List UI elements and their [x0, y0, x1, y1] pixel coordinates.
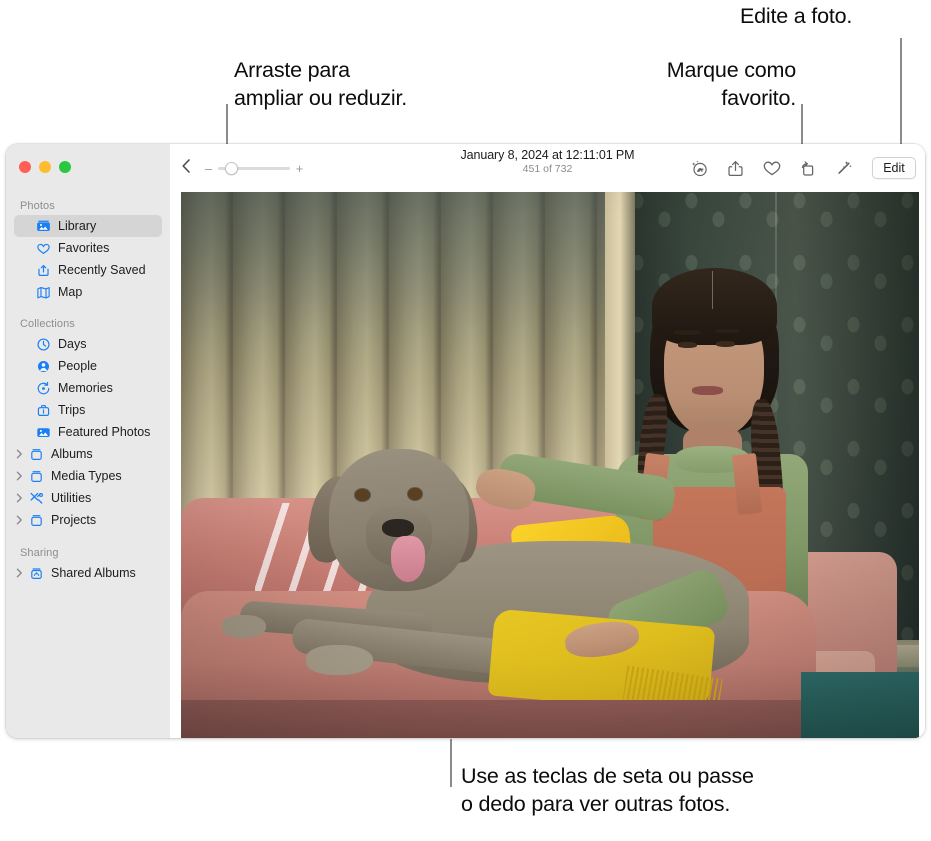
photo-image[interactable]: [181, 192, 919, 738]
sidebar-item-label: Library: [58, 219, 97, 233]
sidebar-item-label: Favorites: [58, 241, 110, 255]
clock-icon: [36, 337, 51, 352]
library-icon: [36, 219, 51, 234]
callout-arrow-keys: Use as teclas de seta ou passe o dedo pa…: [461, 764, 754, 816]
shared-album-icon: [29, 566, 44, 581]
sidebar-item-label: Recently Saved: [58, 263, 146, 277]
suitcase-icon: [36, 403, 51, 418]
album-icon: [29, 469, 44, 484]
featured-photos-icon: [36, 425, 51, 440]
utilities-icon: [29, 491, 44, 506]
sidebar-item-label: Media Types: [51, 469, 122, 483]
zoom-slider-thumb[interactable]: [225, 161, 238, 175]
sidebar-item-days[interactable]: Days: [14, 333, 162, 355]
rotate-icon[interactable]: [797, 158, 818, 179]
chevron-right-icon[interactable]: [15, 493, 24, 503]
share-icon[interactable]: [725, 158, 746, 179]
sidebar-item-recently-saved[interactable]: Recently Saved: [14, 259, 162, 281]
toolbar: – + January 8, 2024 at 12:11:01 PM 451 o…: [170, 144, 925, 192]
sidebar-item-utilities[interactable]: Utilities: [14, 487, 162, 509]
close-button[interactable]: [19, 161, 31, 173]
zoom-slider[interactable]: [218, 161, 290, 175]
visual-lookup-icon[interactable]: [689, 158, 710, 179]
sidebar-item-map[interactable]: Map: [14, 281, 162, 303]
sidebar-item-label: People: [58, 359, 97, 373]
heart-icon: [36, 241, 51, 256]
photos-app-window: Photos Library Favorites Recently Saved …: [6, 144, 925, 738]
sidebar-item-label: Map: [58, 285, 83, 299]
sidebar-item-trips[interactable]: Trips: [14, 399, 162, 421]
sidebar-item-label: Days: [58, 337, 87, 351]
sidebar-item-media-types[interactable]: Media Types: [14, 465, 162, 487]
sidebar-item-memories[interactable]: Memories: [14, 377, 162, 399]
sidebar-section-sharing-title: Sharing: [20, 547, 59, 559]
sidebar-section-collections-title: Collections: [20, 318, 75, 330]
album-icon: [29, 447, 44, 462]
memories-icon: [36, 381, 51, 396]
sidebar-item-label: Projects: [51, 513, 97, 527]
zoom-slider-group[interactable]: – +: [204, 161, 304, 176]
content-area: – + January 8, 2024 at 12:11:01 PM 451 o…: [170, 144, 925, 738]
callout-drag-to-zoom: Arraste para ampliar ou reduzir.: [234, 58, 408, 110]
zoom-in-label[interactable]: +: [295, 161, 304, 176]
photo-vignette: [181, 192, 919, 738]
photo-viewer[interactable]: [170, 192, 925, 738]
zoom-button[interactable]: [59, 161, 71, 173]
toolbar-left-group: – +: [179, 158, 304, 179]
sidebar-item-label: Utilities: [51, 491, 92, 505]
window-controls: [6, 157, 170, 173]
map-icon: [36, 285, 51, 300]
sidebar-section-photos-title: Photos: [20, 200, 55, 212]
back-chevron-icon[interactable]: [179, 158, 198, 179]
auto-enhance-icon[interactable]: [833, 158, 854, 179]
sidebar-item-label: Trips: [58, 403, 86, 417]
sidebar: Photos Library Favorites Recently Saved …: [6, 144, 170, 738]
sidebar-item-albums[interactable]: Albums: [14, 443, 162, 465]
person-icon: [36, 359, 51, 374]
sidebar-item-shared-albums[interactable]: Shared Albums: [14, 562, 162, 584]
sidebar-item-projects[interactable]: Projects: [14, 509, 162, 531]
sidebar-item-favorites[interactable]: Favorites: [14, 237, 162, 259]
sidebar-item-library[interactable]: Library: [14, 215, 162, 237]
minimize-button[interactable]: [39, 161, 51, 173]
chevron-right-icon[interactable]: [15, 471, 24, 481]
sidebar-item-people[interactable]: People: [14, 355, 162, 377]
toolbar-actions: Edit: [689, 157, 916, 179]
sidebar-item-label: Shared Albums: [51, 566, 136, 580]
sidebar-item-featured-photos[interactable]: Featured Photos: [14, 421, 162, 443]
sidebar-item-label: Featured Photos: [58, 425, 151, 439]
recently-saved-icon: [36, 263, 51, 278]
chevron-right-icon[interactable]: [15, 515, 24, 525]
callout-mark-favorite: Marque como favorito.: [666, 58, 796, 110]
sidebar-item-label: Albums: [51, 447, 93, 461]
callout-edit-photo: Edite a foto.: [740, 4, 853, 28]
callout-leader-line-arrows: [450, 739, 452, 787]
screenshot-root: Arraste para ampliar ou reduzir. Marque …: [0, 0, 931, 841]
edit-button[interactable]: Edit: [872, 157, 916, 179]
chevron-right-icon[interactable]: [15, 568, 24, 578]
sidebar-item-label: Memories: [58, 381, 113, 395]
zoom-out-label[interactable]: –: [204, 161, 213, 176]
heart-icon[interactable]: [761, 158, 782, 179]
chevron-right-icon[interactable]: [15, 449, 24, 459]
album-icon: [29, 513, 44, 528]
